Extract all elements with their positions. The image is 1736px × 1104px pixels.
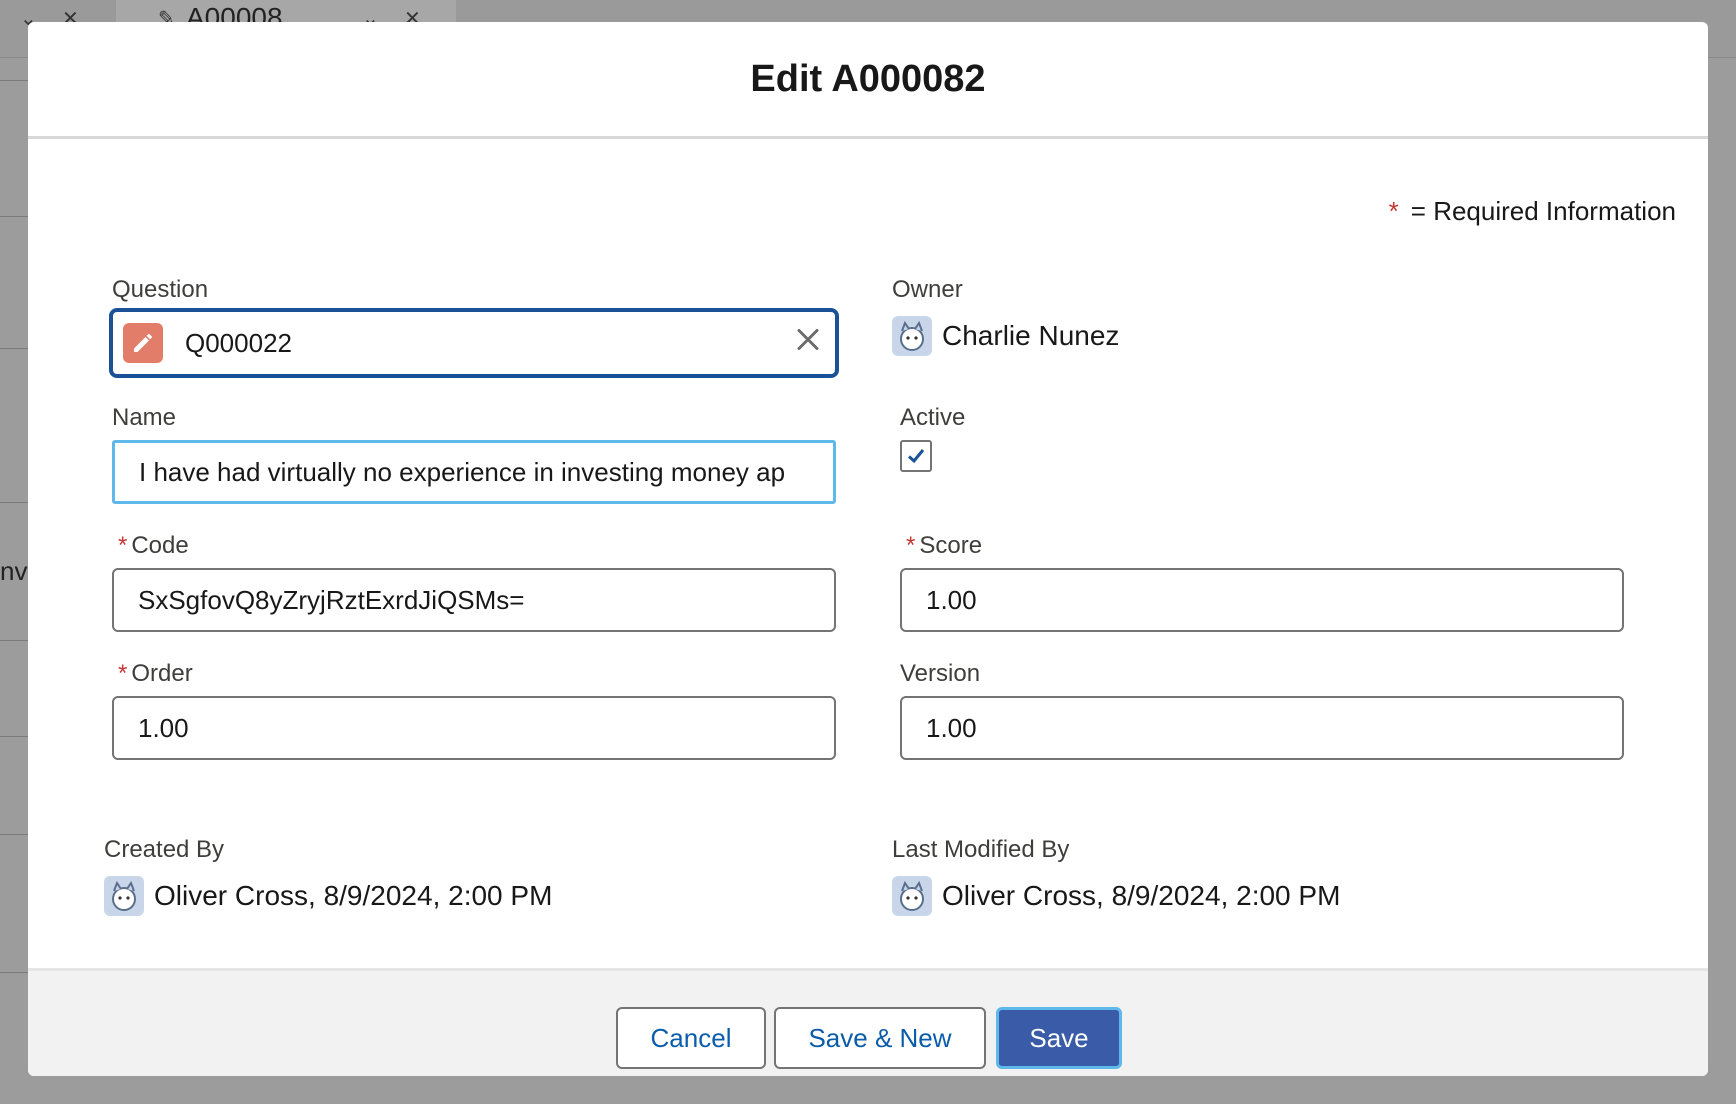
score-label: * Score [906,532,982,560]
modal-header: Edit A000082 [28,22,1708,139]
code-label-text: Code [131,532,189,559]
clear-selection-icon[interactable] [795,327,821,360]
active-label: Active [900,404,966,431]
background-text: nv [0,556,28,586]
required-star: * [906,532,916,559]
save-and-new-button[interactable]: Save & New [774,1007,986,1069]
divider [0,502,30,503]
avatar [892,876,932,916]
created-by-label: Created By [104,836,225,863]
order-label-text: Order [131,660,193,687]
checkmark-icon [907,449,925,464]
cancel-button[interactable]: Cancel [616,1007,766,1069]
divider [0,216,30,217]
version-input[interactable]: 1.00 [900,696,1624,760]
order-value: 1.00 [138,712,189,743]
owner-name: Charlie Nunez [942,320,1120,351]
question-lookup-input[interactable]: Q000022 [109,308,839,378]
edit-record-modal: Edit A000082 * = Required Information Que… [28,22,1708,1076]
name-value: I have had virtually no experience in in… [139,456,786,487]
order-label: * Order [118,660,193,688]
last-modified-by-field: Oliver Cross, 8/9/2024, 2:00 PM [892,876,1340,916]
last-modified-by-label: Last Modified By [892,836,1070,863]
owner-label: Owner [892,276,963,303]
question-value: Q000022 [185,327,292,358]
required-info-text: = Required Information [1410,196,1676,226]
required-star: * [118,532,128,559]
last-modified-by-value: Oliver Cross, 8/9/2024, 2:00 PM [942,880,1341,911]
required-star: * [118,660,128,687]
divider [0,972,30,973]
avatar [892,316,932,356]
owner-field: Charlie Nunez [892,316,1119,356]
version-label: Version [900,660,981,687]
code-input[interactable]: SxSgfovQ8yZryjRztExrdJiQSMs= [112,568,836,632]
save-button[interactable]: Save [996,1007,1122,1069]
divider [0,640,30,641]
name-input[interactable]: I have had virtually no experience in in… [112,440,836,504]
modal-footer: Cancel Save & New Save [28,968,1708,1076]
code-label: * Code [118,532,189,560]
modal-title: Edit A000082 [750,57,986,100]
divider [0,348,30,349]
required-info-note: * = Required Information [1389,196,1676,227]
created-by-field: Oliver Cross, 8/9/2024, 2:00 PM [104,876,552,916]
active-checkbox[interactable] [900,440,932,472]
score-label-text: Score [919,532,983,559]
modal-body: * = Required Information Question Q000022… [28,142,1708,968]
divider [0,80,30,81]
avatar [104,876,144,916]
created-by-value: Oliver Cross, 8/9/2024, 2:00 PM [154,880,553,911]
required-star: * [1388,196,1399,226]
divider [0,736,30,737]
order-input[interactable]: 1.00 [112,696,836,760]
score-value: 1.00 [926,584,977,615]
name-label: Name [112,404,177,431]
code-value: SxSgfovQ8yZryjRztExrdJiQSMs= [138,584,525,615]
score-input[interactable]: 1.00 [900,568,1624,632]
pencil-icon [123,323,163,363]
version-value: 1.00 [926,712,977,743]
divider [0,834,30,835]
question-label: Question [112,276,209,303]
